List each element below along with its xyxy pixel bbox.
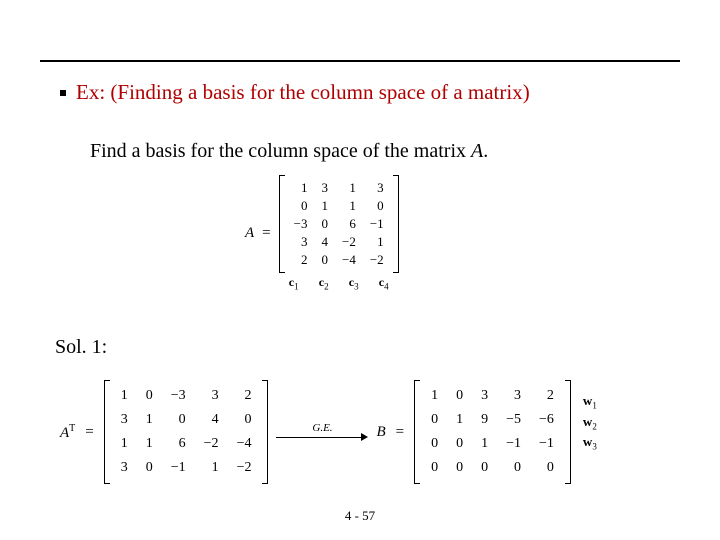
title-row: Ex: (Finding a basis for the column spac… — [60, 80, 530, 105]
row-label — [583, 455, 597, 471]
right-bracket-icon — [262, 380, 268, 484]
table-row: 116−2−4 — [112, 432, 261, 456]
arrow-icon — [276, 432, 368, 442]
equation-solution: AT = 10−332 31040 116−2−4 30−11−2 G.E. B… — [60, 380, 597, 484]
ge-arrow: G.E. — [276, 422, 368, 442]
matrix-AT: 10−332 31040 116−2−4 30−11−2 — [104, 380, 269, 484]
table-row: 001−1−1 — [422, 432, 563, 456]
row-label: w1 — [583, 393, 597, 411]
example-title: Ex: (Finding a basis for the column spac… — [76, 80, 530, 105]
table-row: 34−21 — [287, 233, 391, 251]
col-label: c4 — [369, 275, 399, 291]
matrix-AT-grid: 10−332 31040 116−2−4 30−11−2 — [112, 384, 261, 480]
solution-label: Sol. 1: — [55, 336, 107, 359]
table-row: 0110 — [287, 197, 391, 215]
row-label: w2 — [583, 414, 597, 432]
matrix-A-grid: 1313 0110 −306−1 34−21 20−4−2 — [287, 179, 391, 269]
matrix-B-grid: 10332 019−5−6 001−1−1 00000 — [422, 384, 563, 480]
equals-sign-3: = — [394, 424, 406, 441]
table-row: 31040 — [112, 408, 261, 432]
table-row: 00000 — [422, 456, 563, 480]
matrix-A: 1313 0110 −306−1 34−21 20−4−2 — [279, 175, 399, 273]
table-row: 10−332 — [112, 384, 261, 408]
problem-statement: Find a basis for the column space of the… — [90, 140, 488, 163]
table-row: −306−1 — [287, 215, 391, 233]
col-label: c2 — [309, 275, 339, 291]
col-label: c1 — [279, 275, 309, 291]
equals-sign-1: = — [260, 225, 272, 242]
problem-suffix: . — [483, 140, 488, 162]
row-label: w3 — [583, 434, 597, 452]
row-labels: w1 w2 w3 — [583, 391, 597, 473]
lhs-AT: AT — [60, 423, 75, 442]
equals-sign-2: = — [83, 424, 95, 441]
col-label: c3 — [339, 275, 369, 291]
column-labels: c1 c2 c3 c4 — [279, 275, 399, 291]
table-row: 1313 — [287, 179, 391, 197]
table-row: 10332 — [422, 384, 563, 408]
lhs-A: A — [245, 225, 254, 242]
horizontal-rule — [40, 60, 680, 62]
problem-text: Find a basis for the column space of the… — [90, 140, 471, 162]
table-row: 20−4−2 — [287, 251, 391, 269]
problem-var: A — [471, 140, 483, 162]
lhs-B: B — [376, 424, 385, 441]
table-row: 30−11−2 — [112, 456, 261, 480]
bullet-icon — [60, 90, 66, 96]
matrix-A-block: 1313 0110 −306−1 34−21 20−4−2 c1 c2 c3 c… — [279, 175, 399, 291]
table-row: 019−5−6 — [422, 408, 563, 432]
slide: Ex: (Finding a basis for the column spac… — [0, 0, 720, 540]
page-number: 4 - 57 — [0, 508, 720, 524]
left-bracket-icon — [104, 380, 110, 484]
right-bracket-icon — [565, 380, 571, 484]
left-bracket-icon — [414, 380, 420, 484]
equation-A: A = 1313 0110 −306−1 34−21 20−4−2 c1 c2 … — [245, 175, 399, 291]
left-bracket-icon — [279, 175, 285, 273]
right-bracket-icon — [393, 175, 399, 273]
matrix-B: 10332 019−5−6 001−1−1 00000 — [414, 380, 571, 484]
